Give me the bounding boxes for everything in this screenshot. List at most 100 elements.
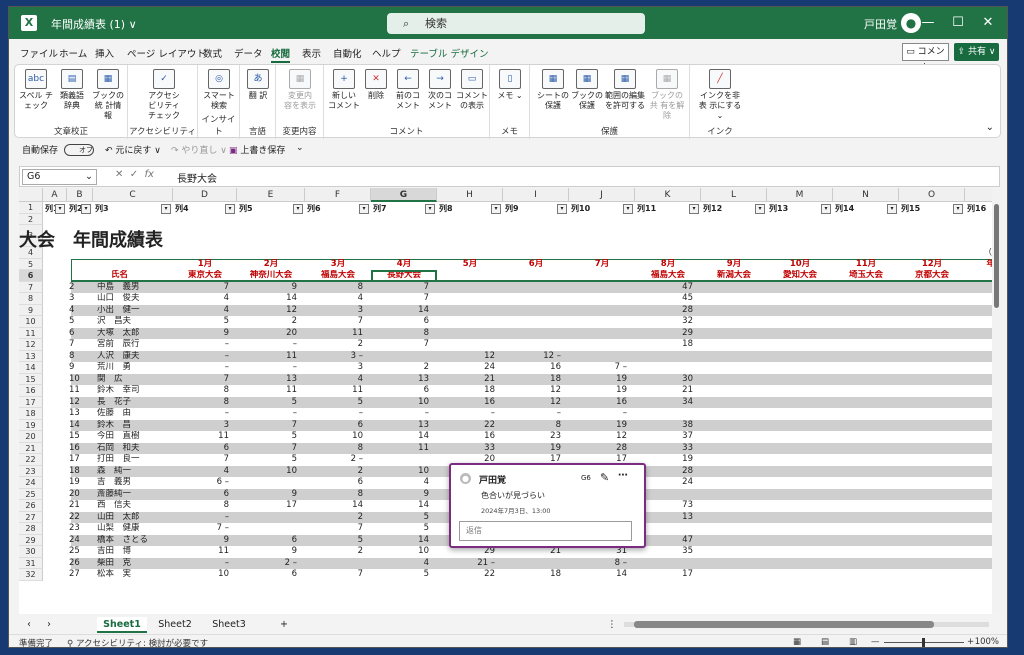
add-sheet-icon[interactable]: + (276, 617, 292, 633)
score-cell[interactable]: – (173, 362, 237, 374)
filter-header[interactable]: 列8 ▾ (437, 203, 503, 215)
close-button[interactable]: ✕ (973, 12, 1003, 34)
formula-input[interactable]: 長野大会 (177, 170, 217, 185)
row-header[interactable]: 25 (19, 488, 43, 500)
column-header[interactable]: J (569, 188, 635, 202)
column-header[interactable]: I (503, 188, 569, 202)
score-cell[interactable]: 22 (437, 569, 503, 581)
column-header[interactable]: A (43, 188, 67, 202)
score-cell[interactable]: – (237, 339, 305, 351)
tabs-more-icon[interactable]: ⋮ (607, 617, 617, 633)
score-cell[interactable] (237, 512, 305, 524)
row-header[interactable]: 19 (19, 419, 43, 431)
score-cell[interactable]: 23 (503, 431, 569, 443)
filter-header[interactable]: 列10 ▾ (569, 203, 635, 215)
score-cell[interactable] (503, 316, 569, 328)
column-header[interactable]: D (173, 188, 237, 202)
score-cell[interactable]: – (503, 408, 569, 420)
row-header[interactable]: 32 (19, 569, 43, 581)
score-cell[interactable] (503, 558, 569, 570)
filter-dropdown-icon[interactable]: ▾ (55, 204, 65, 214)
score-cell[interactable]: 10 (371, 466, 437, 478)
row-header[interactable]: 15 (19, 373, 43, 385)
score-cell[interactable]: 6 (173, 443, 237, 455)
filter-header[interactable]: 列9 ▾ (503, 203, 569, 215)
score-cell[interactable]: 9 (237, 546, 305, 558)
filter-dropdown-icon[interactable]: ▾ (557, 204, 567, 214)
score-cell[interactable]: 7 (173, 282, 237, 294)
minimize-button[interactable]: — (913, 12, 943, 34)
tab-data[interactable]: データ (234, 46, 263, 60)
score-cell[interactable]: 8 – (569, 558, 635, 570)
score-cell[interactable] (503, 305, 569, 317)
score-cell[interactable]: 21 – (437, 558, 503, 570)
score-cell[interactable]: 8 (305, 443, 371, 455)
score-cell[interactable]: 8 (173, 500, 237, 512)
zoom-slider[interactable] (884, 638, 964, 647)
accessibility-check-button[interactable]: ✓ アクセシビリティ チェック (146, 69, 182, 120)
row-header[interactable]: 11 (19, 327, 43, 339)
score-cell[interactable]: 11 (237, 385, 305, 397)
row-header[interactable]: 16 (19, 385, 43, 397)
score-cell[interactable]: 13 (237, 374, 305, 386)
score-cell[interactable]: 21 (437, 374, 503, 386)
filter-header[interactable]: 列12 ▾ (701, 203, 767, 215)
score-cell[interactable]: 14 (371, 431, 437, 443)
score-cell[interactable]: 8 (305, 282, 371, 294)
notes-button[interactable]: ▯ メモ ⌄ (493, 69, 527, 119)
tab-page-layout[interactable]: ページ レイアウト (127, 46, 206, 60)
name-box[interactable]: G6 ⌄ (22, 169, 97, 185)
tab-insert[interactable]: 挿入 (95, 46, 114, 60)
score-cell[interactable]: 2 – (237, 558, 305, 570)
score-cell[interactable]: 18 (635, 339, 701, 351)
score-cell[interactable]: 14 (371, 500, 437, 512)
score-cell[interactable]: 3 (305, 305, 371, 317)
fx-icon[interactable]: fx (145, 169, 154, 180)
autosave-toggle[interactable]: オフ (64, 143, 94, 156)
score-cell[interactable]: 5 (305, 535, 371, 547)
row-header[interactable]: 1 (19, 202, 43, 214)
score-cell[interactable]: 6 (237, 535, 305, 547)
score-cell[interactable]: 9 (237, 489, 305, 501)
score-cell[interactable]: 9 (173, 535, 237, 547)
new-comment-button[interactable]: + 新しい コメント (327, 69, 361, 119)
score-cell[interactable]: 5 (371, 569, 437, 581)
score-cell[interactable]: 19 (569, 420, 635, 432)
column-header[interactable]: H (437, 188, 503, 202)
score-cell[interactable]: 7 (305, 523, 371, 535)
smart-lookup-button[interactable]: ◎ スマート 検索 (202, 69, 236, 119)
score-cell[interactable]: 19 (569, 385, 635, 397)
score-cell[interactable]: 19 (569, 374, 635, 386)
next-comment-button[interactable]: → 次のコ メント (423, 69, 457, 119)
score-cell[interactable]: 2 (371, 362, 437, 374)
row-header[interactable]: 5 (19, 258, 43, 270)
protect-sheet-button[interactable]: ▦ シートの 保護 (536, 69, 570, 119)
score-cell[interactable]: – (173, 408, 237, 420)
row-header[interactable]: 12 (19, 339, 43, 351)
column-header[interactable]: C (93, 188, 173, 202)
row-header[interactable]: 17 (19, 396, 43, 408)
score-cell[interactable]: 11 (305, 385, 371, 397)
search-box[interactable]: ⌕ 検索 (387, 13, 645, 34)
score-cell[interactable]: 4 (371, 558, 437, 570)
translate-button[interactable]: あ翻 訳 (241, 69, 275, 119)
column-header[interactable]: K (635, 188, 701, 202)
score-cell[interactable]: 5 (371, 512, 437, 524)
row-header[interactable]: 7 (19, 281, 43, 293)
zoom-slider-thumb[interactable] (922, 638, 925, 647)
spell-check-button[interactable]: abc スペル チェック (19, 69, 53, 119)
score-cell[interactable]: 8 (173, 397, 237, 409)
score-cell[interactable] (635, 408, 701, 420)
score-cell[interactable]: 3 (305, 362, 371, 374)
worksheet-grid[interactable]: ABCDEFGHIJKLMNOP123456789101112131415161… (19, 188, 1002, 614)
row-header[interactable]: 8 (19, 293, 43, 305)
score-cell[interactable]: 4 (305, 293, 371, 305)
thesaurus-button[interactable]: ▤ 類義語 辞典 (55, 69, 89, 119)
score-cell[interactable]: 6 (305, 420, 371, 432)
score-cell[interactable] (569, 328, 635, 340)
filter-header[interactable]: 列2 ▾ (67, 203, 93, 215)
score-cell[interactable]: 3 (173, 420, 237, 432)
row-header[interactable]: 28 (19, 523, 43, 535)
score-cell[interactable]: 11 (305, 328, 371, 340)
score-cell[interactable]: – (437, 408, 503, 420)
